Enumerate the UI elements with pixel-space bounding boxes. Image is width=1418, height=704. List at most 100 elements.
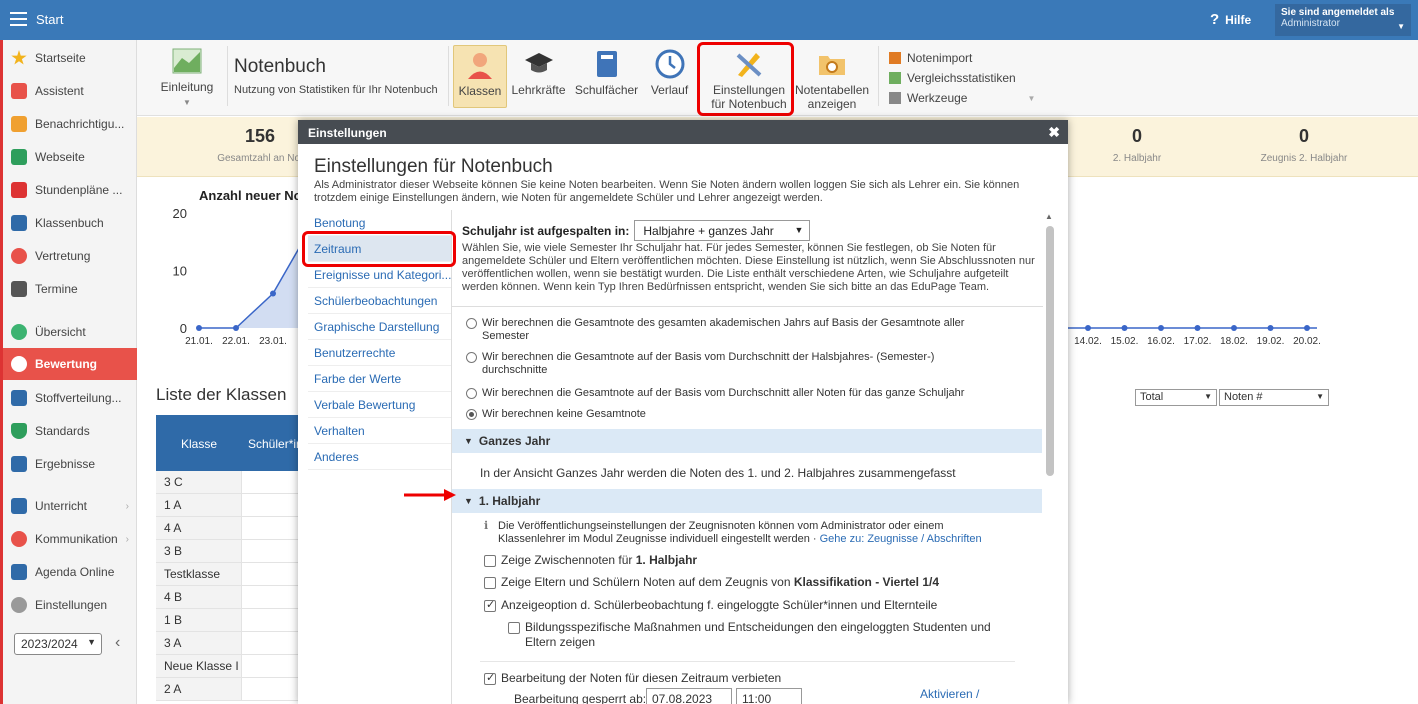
page-title: Notenbuch — [234, 56, 326, 77]
class-name-cell[interactable]: 3 A — [156, 632, 241, 655]
nav-anderes[interactable]: Anderes — [308, 444, 451, 470]
nav-farbe-der-werte[interactable]: Farbe der Werte — [308, 366, 451, 392]
checkbox[interactable] — [508, 622, 520, 634]
table-row[interactable]: Neue Klasse I — [156, 655, 298, 678]
checkbox[interactable] — [484, 577, 496, 589]
class-name-cell[interactable]: Neue Klasse I — [156, 655, 241, 678]
class-name-cell[interactable]: 3 B — [156, 540, 241, 563]
table-row[interactable]: 2 A — [156, 678, 298, 701]
scrollbar-thumb[interactable] — [1046, 226, 1054, 476]
sidebar-item-vertretung[interactable]: Vertretung — [3, 241, 137, 271]
sidebar-item-einstellungen[interactable]: Einstellungen — [3, 590, 137, 620]
sidebar-item-klassenbuch[interactable]: Klassenbuch — [3, 208, 137, 238]
sidebar-item-benachrichtigungen[interactable]: Benachrichtigu... — [3, 109, 137, 139]
sidebar-item-label: Stundenpläne ... — [35, 183, 123, 197]
table-row[interactable]: Testklasse — [156, 563, 298, 586]
radio-label: Wir berechnen keine Gesamtnote — [482, 408, 646, 420]
table-row[interactable]: 3 B — [156, 540, 298, 563]
split-select[interactable]: Halbjahre + ganzes Jahr ▼ — [634, 220, 811, 241]
class-name-cell[interactable]: 3 C — [156, 471, 241, 494]
locked-time-input[interactable]: 11:00 — [736, 688, 802, 704]
grade-tables-button[interactable]: Notentabellen anzeigen — [795, 49, 869, 111]
sidebar: Startseite Assistent Benachrichtigu... W… — [0, 40, 137, 704]
table-row[interactable]: 3 C — [156, 471, 298, 494]
sidebar-item-bewertung[interactable]: Bewertung — [3, 348, 137, 380]
tools-dropdown[interactable]: Werkzeuge ▼ — [889, 88, 1035, 108]
radio-all-grades[interactable]: Wir berechnen die Gesamtnote auf der Bas… — [466, 387, 1026, 400]
radio-button[interactable] — [466, 388, 477, 399]
checkbox[interactable] — [484, 555, 496, 567]
nav-schuelerbeobachtungen[interactable]: Schülerbeobachtungen — [308, 288, 451, 314]
column-header-students[interactable]: Schüler*in — [248, 437, 303, 451]
class-name-cell[interactable]: 1 B — [156, 609, 241, 632]
radio-no-total[interactable]: Wir berechnen keine Gesamtnote — [466, 408, 1026, 421]
grades-select[interactable]: Noten # ▼ — [1219, 389, 1329, 406]
radio-button[interactable] — [466, 352, 477, 363]
sidebar-item-label: Einstellungen — [35, 598, 108, 612]
sidebar-item-agenda-online[interactable]: Agenda Online — [3, 557, 137, 587]
comparison-stats-link[interactable]: Vergleichsstatistiken — [889, 68, 1035, 88]
teachers-button[interactable]: Lehrkräfte — [511, 49, 566, 97]
menu-icon[interactable] — [10, 12, 27, 26]
chevron-right-icon: › — [125, 500, 129, 512]
table-row[interactable]: 3 A — [156, 632, 298, 655]
classes-button[interactable]: Klassen — [453, 45, 507, 108]
sidebar-item-uebersicht[interactable]: Übersicht — [3, 317, 137, 347]
class-name-cell[interactable]: 2 A — [156, 678, 241, 701]
collapse-sidebar-icon[interactable]: ‹ — [115, 634, 120, 652]
scroll-up-icon[interactable]: ▲ — [1045, 212, 1053, 221]
modal-scrollbar[interactable]: ▲ — [1043, 210, 1057, 704]
checkbox-checked[interactable] — [484, 598, 496, 613]
top-bar-title[interactable]: Start — [36, 12, 63, 27]
checkbox-measures[interactable]: Bildungsspezifische Maßnahmen und Entsch… — [508, 620, 1008, 650]
checkbox-checked[interactable] — [484, 671, 496, 686]
class-name-cell[interactable]: Testklasse — [156, 563, 241, 586]
grade-import-link[interactable]: Notenimport — [889, 48, 1035, 68]
table-row[interactable]: 1 A — [156, 494, 298, 517]
checkbox-report-grades[interactable]: Zeige Eltern und Schülern Noten auf dem … — [484, 575, 939, 590]
radio-button-selected[interactable] — [466, 409, 477, 420]
grade-import-label: Notenimport — [907, 51, 973, 65]
locked-date-input[interactable]: 07.08.2023 — [646, 688, 732, 704]
year-select[interactable]: 2023/2024 ▼ — [14, 633, 102, 655]
chevron-down-icon: ▼ — [1397, 22, 1405, 31]
sidebar-item-stundenplaene[interactable]: Stundenpläne ... — [3, 175, 137, 205]
table-row[interactable]: 4 A — [156, 517, 298, 540]
subjects-button[interactable]: Schulfächer — [574, 49, 639, 97]
sidebar-item-webseite[interactable]: Webseite — [3, 142, 137, 172]
close-icon[interactable]: ✖ — [1048, 124, 1060, 141]
checkbox-lock-editing[interactable]: Bearbeitung der Noten für diesen Zeitrau… — [484, 671, 781, 686]
radio-button[interactable] — [466, 318, 477, 329]
account-dropdown[interactable]: Sie sind angemeldet als Administrator ▼ — [1275, 4, 1411, 36]
class-name-cell[interactable]: 1 A — [156, 494, 241, 517]
intro-button[interactable]: Einleitung ▼ — [157, 46, 217, 108]
nav-verhalten[interactable]: Verhalten — [308, 418, 451, 444]
column-header-class[interactable]: Klasse — [181, 437, 217, 451]
sidebar-item-stoffverteilung[interactable]: Stoffverteilung... — [3, 383, 137, 413]
class-name-cell[interactable]: 4 B — [156, 586, 241, 609]
sidebar-item-kommunikation[interactable]: Kommunikation › — [3, 524, 137, 554]
activate-link[interactable]: Aktivieren / — [920, 688, 979, 701]
checkbox-interim-grades[interactable]: Zeige Zwischennoten für 1. Halbjahr — [484, 553, 697, 568]
table-row[interactable]: 4 B — [156, 586, 298, 609]
sidebar-item-standards[interactable]: Standards — [3, 416, 137, 446]
sidebar-item-assistent[interactable]: Assistent — [3, 76, 137, 106]
radio-half-average[interactable]: Wir berechnen die Gesamtnote auf der Bas… — [466, 351, 986, 377]
sidebar-item-termine[interactable]: Termine — [3, 274, 137, 304]
history-button[interactable]: Verlauf — [647, 49, 692, 97]
sidebar-item-startseite[interactable]: Startseite — [3, 43, 137, 73]
radio-semester-total[interactable]: Wir berechnen die Gesamtnote des gesamte… — [466, 317, 996, 343]
table-row[interactable]: 1 B — [156, 609, 298, 632]
nav-verbale-bewertung[interactable]: Verbale Bewertung — [308, 392, 451, 418]
checkbox-observations[interactable]: Anzeigeoption d. Schülerbeobachtung f. e… — [484, 598, 937, 613]
sidebar-item-unterricht[interactable]: Unterricht › — [3, 491, 137, 521]
nav-benutzerrechte[interactable]: Benutzerrechte — [308, 340, 451, 366]
report-link[interactable]: Gehe zu: Zeugnisse / Abschriften — [820, 533, 982, 545]
help-button[interactable]: ? Hilfe — [1210, 11, 1251, 28]
section-first-half[interactable]: ▼ 1. Halbjahr — [452, 489, 1042, 513]
section-whole-year[interactable]: ▼ Ganzes Jahr — [452, 429, 1042, 453]
total-select[interactable]: Total ▼ — [1135, 389, 1217, 406]
sidebar-item-ergebnisse[interactable]: Ergebnisse — [3, 449, 137, 479]
nav-graphische-darstellung[interactable]: Graphische Darstellung — [308, 314, 451, 340]
class-name-cell[interactable]: 4 A — [156, 517, 241, 540]
